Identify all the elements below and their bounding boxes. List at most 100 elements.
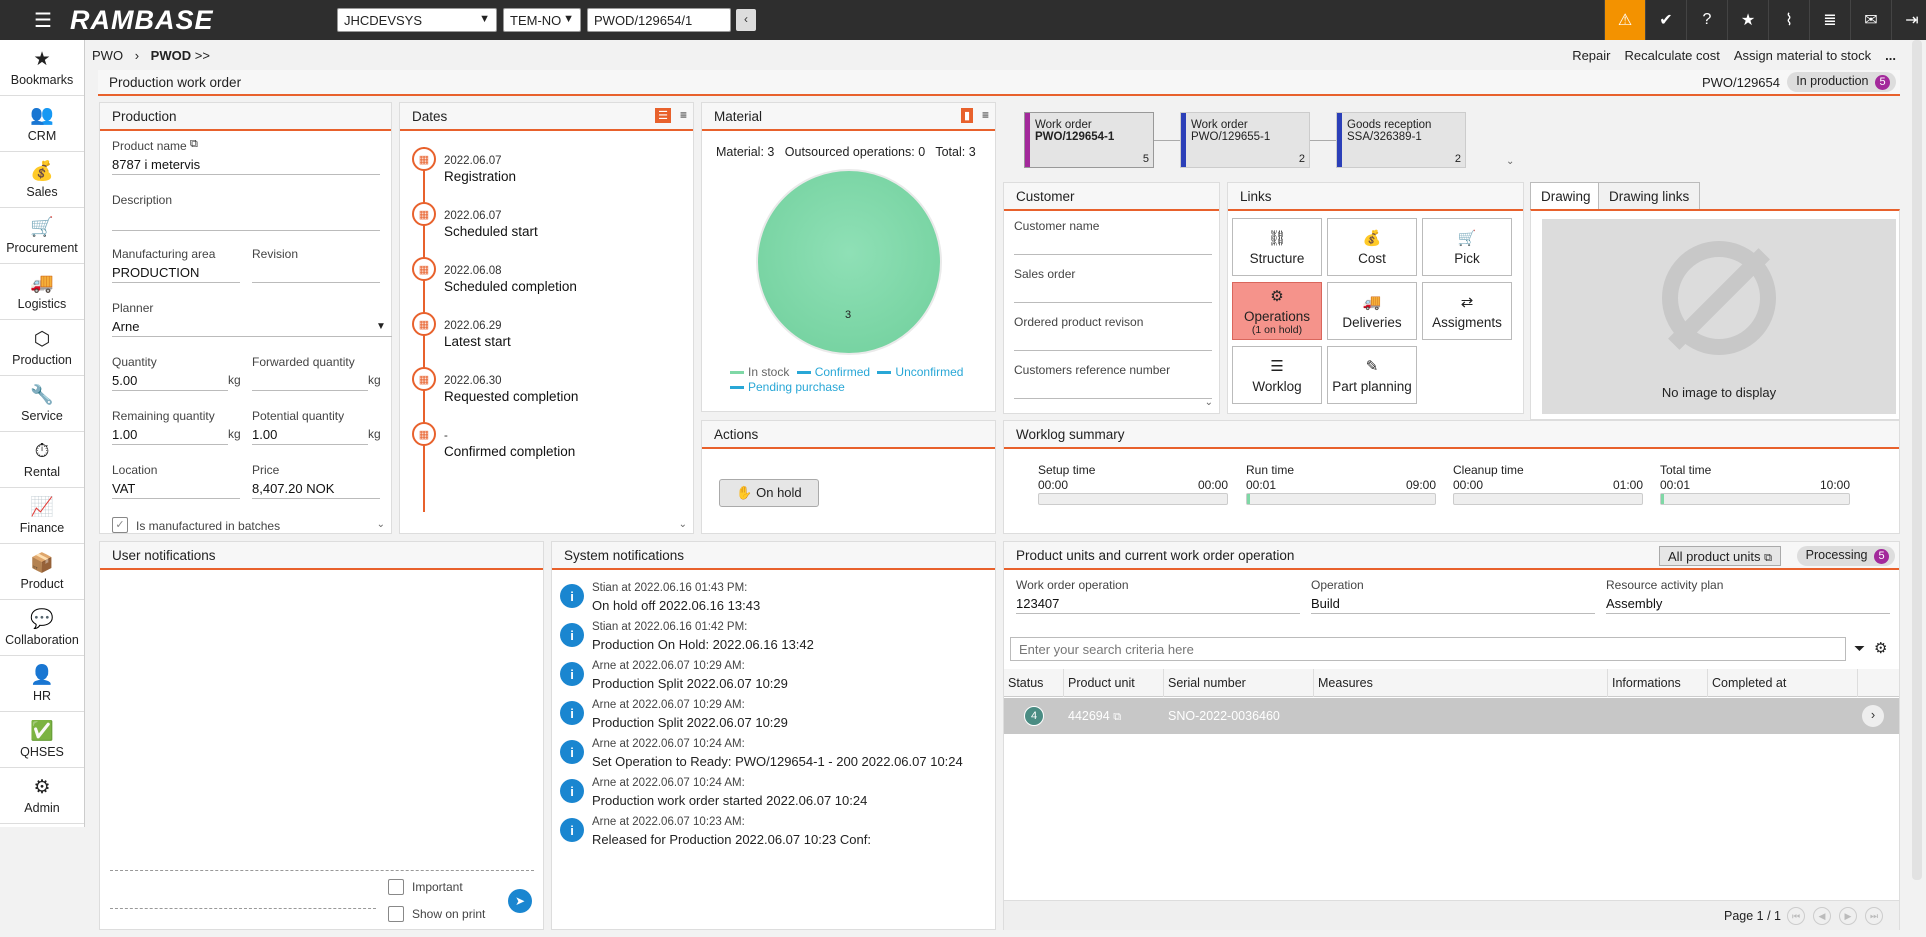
expand-icon[interactable]: ⌄: [1205, 397, 1213, 408]
expand-icon[interactable]: ⌄: [679, 519, 687, 530]
chevron-down-icon[interactable]: ▼: [376, 321, 386, 332]
assign-material-button[interactable]: Assign material to stock: [1734, 48, 1871, 63]
location-field[interactable]: VAT: [112, 479, 240, 499]
more-icon[interactable]: ...: [1885, 48, 1896, 63]
legend-item-in-stock[interactable]: In stock: [730, 365, 789, 379]
send-button[interactable]: ➤: [508, 889, 532, 913]
repair-button[interactable]: Repair: [1572, 48, 1610, 63]
bookmark-star-icon[interactable]: ★: [1727, 0, 1768, 40]
sidebar-item-qhses[interactable]: ✅ QHSES: [0, 712, 84, 768]
revision-field[interactable]: [252, 263, 380, 283]
last-page-button[interactable]: ⏭: [1865, 907, 1883, 925]
rap-field[interactable]: Assembly: [1606, 594, 1890, 614]
legend-item-unconfirmed[interactable]: Unconfirmed: [877, 365, 963, 379]
customer-name-field[interactable]: [1014, 235, 1212, 255]
company-select[interactable]: JHCDEVSYS ▼: [337, 8, 497, 32]
legend-item-pending[interactable]: Pending purchase: [730, 380, 845, 394]
column-header-serial-number[interactable]: Serial number: [1164, 669, 1314, 697]
sidebar-item-logistics[interactable]: 🚚 Logistics: [0, 264, 84, 320]
potential-quantity-field[interactable]: 1.00: [252, 425, 368, 445]
important-checkbox[interactable]: [388, 879, 404, 895]
deliveries-link-button[interactable]: 🚚 Deliveries: [1327, 282, 1417, 340]
menu-icon[interactable]: ☰: [34, 8, 52, 33]
notification-text-input[interactable]: [110, 870, 534, 871]
forwarded-quantity-field[interactable]: [252, 371, 368, 391]
column-header-informations[interactable]: Informations: [1608, 669, 1708, 697]
on-hold-button[interactable]: ✋ On hold: [719, 479, 819, 507]
goods-reception-card[interactable]: Goods reception SSA/326389-1 2: [1336, 112, 1466, 168]
sidebar-item-collaboration[interactable]: 💬 Collaboration: [0, 600, 84, 656]
cost-link-button[interactable]: 💰 Cost: [1327, 218, 1417, 276]
gear-icon[interactable]: ⚙: [1874, 639, 1887, 657]
page-scrollbar[interactable]: [1912, 40, 1922, 880]
sales-order-field[interactable]: [1014, 283, 1212, 303]
sidebar-item-rental[interactable]: ⏱ Rental: [0, 432, 84, 488]
legend-item-confirmed[interactable]: Confirmed: [796, 365, 870, 379]
breadcrumb-suffix[interactable]: >>: [195, 48, 210, 63]
operations-link-button[interactable]: ⚙ Operations (1 on hold): [1232, 282, 1322, 340]
prev-page-button[interactable]: ◀: [1813, 907, 1831, 925]
sidebar-item-service[interactable]: 🔧 Service: [0, 376, 84, 432]
column-header-status[interactable]: Status: [1004, 669, 1064, 697]
recalculate-cost-button[interactable]: Recalculate cost: [1624, 48, 1719, 63]
product-name-field[interactable]: 8787 i metervis: [112, 155, 380, 175]
customer-reference-field[interactable]: [1014, 379, 1212, 399]
sidebar-item-admin[interactable]: ⚙ Admin: [0, 768, 84, 824]
assigments-link-button[interactable]: ⇄ Assigments: [1422, 282, 1512, 340]
quantity-field[interactable]: 5.00: [112, 371, 228, 391]
checklist-icon[interactable]: ✔: [1645, 0, 1686, 40]
table-row[interactable]: 4 442694 ⧉ SNO-2022-0036460 ›: [1004, 698, 1899, 734]
work-order-card-2[interactable]: Work order PWO/129655-1 2: [1180, 112, 1310, 168]
sidebar-item-procurement[interactable]: 🛒 Procurement: [0, 208, 84, 264]
sidebar-item-product[interactable]: 📦 Product: [0, 544, 84, 600]
sidebar-item-production[interactable]: ⬡ Production: [0, 320, 84, 376]
next-page-button[interactable]: ▶: [1839, 907, 1857, 925]
manufacturing-area-field[interactable]: PRODUCTION: [112, 263, 240, 283]
timeline-view-icon[interactable]: ☰: [655, 108, 671, 123]
ordered-revision-field[interactable]: [1014, 331, 1212, 351]
work-order-card-1[interactable]: Work order PWO/129654-1 5: [1024, 112, 1154, 168]
sidebar-item-sales[interactable]: 💰 Sales: [0, 152, 84, 208]
list-icon[interactable]: ≣: [1809, 0, 1850, 40]
list-view-icon[interactable]: ≡: [680, 108, 687, 122]
row-open-button[interactable]: ›: [1862, 705, 1884, 727]
open-link-icon[interactable]: ⧉: [190, 138, 198, 151]
price-field[interactable]: 8,407.20 NOK: [252, 479, 380, 499]
mail-icon[interactable]: ✉: [1850, 0, 1891, 40]
description-field[interactable]: [112, 211, 380, 231]
filter-icon[interactable]: ⏷: [1854, 640, 1865, 657]
breadcrumb-root[interactable]: PWO: [92, 48, 123, 63]
back-button[interactable]: ‹: [736, 9, 756, 31]
column-header-product-unit[interactable]: Product unit: [1064, 669, 1164, 697]
chart-view-icon[interactable]: ▮: [960, 108, 973, 123]
column-header-completed-at[interactable]: Completed at: [1708, 669, 1858, 697]
list-view-icon[interactable]: ≡: [982, 108, 989, 122]
structure-link-button[interactable]: ⛓ Structure: [1232, 218, 1322, 276]
attachment-icon[interactable]: ⌇: [1768, 0, 1809, 40]
sidebar-item-finance[interactable]: 📈 Finance: [0, 488, 84, 544]
sidebar-item-crm[interactable]: 👥 CRM: [0, 96, 84, 152]
region-select[interactable]: TEM-NO ▼: [503, 8, 581, 32]
units-search-input[interactable]: Enter your search criteria here: [1010, 637, 1846, 661]
material-pie[interactable]: [756, 169, 942, 355]
logout-icon[interactable]: ⇥: [1891, 0, 1926, 40]
processing-badge[interactable]: Processing 5: [1796, 546, 1895, 566]
search-input[interactable]: PWOD/129654/1: [587, 8, 731, 32]
expand-icon[interactable]: ⌄: [1506, 156, 1514, 167]
worklog-link-button[interactable]: ☰ Worklog: [1232, 346, 1322, 404]
part-planning-link-button[interactable]: ✎ Part planning: [1327, 346, 1417, 404]
batches-checkbox[interactable]: ✓: [112, 517, 128, 533]
planner-select[interactable]: Arne: [112, 317, 392, 337]
pick-link-button[interactable]: 🛒 Pick: [1422, 218, 1512, 276]
first-page-button[interactable]: ⏮: [1787, 907, 1805, 925]
remaining-quantity-field[interactable]: 1.00: [112, 425, 228, 445]
row-product-unit[interactable]: 442694 ⧉: [1068, 709, 1121, 724]
tab-drawing[interactable]: Drawing: [1530, 182, 1602, 210]
expand-icon[interactable]: ⌄: [377, 519, 385, 530]
tab-drawing-links[interactable]: Drawing links: [1598, 182, 1701, 210]
sidebar-item-bookmarks[interactable]: ★ Bookmarks: [0, 40, 84, 96]
wo-operation-field[interactable]: 123407: [1016, 594, 1300, 614]
column-header-measures[interactable]: Measures: [1314, 669, 1608, 697]
all-product-units-button[interactable]: All product units ⧉: [1659, 546, 1781, 566]
sidebar-item-hr[interactable]: 👤 HR: [0, 656, 84, 712]
